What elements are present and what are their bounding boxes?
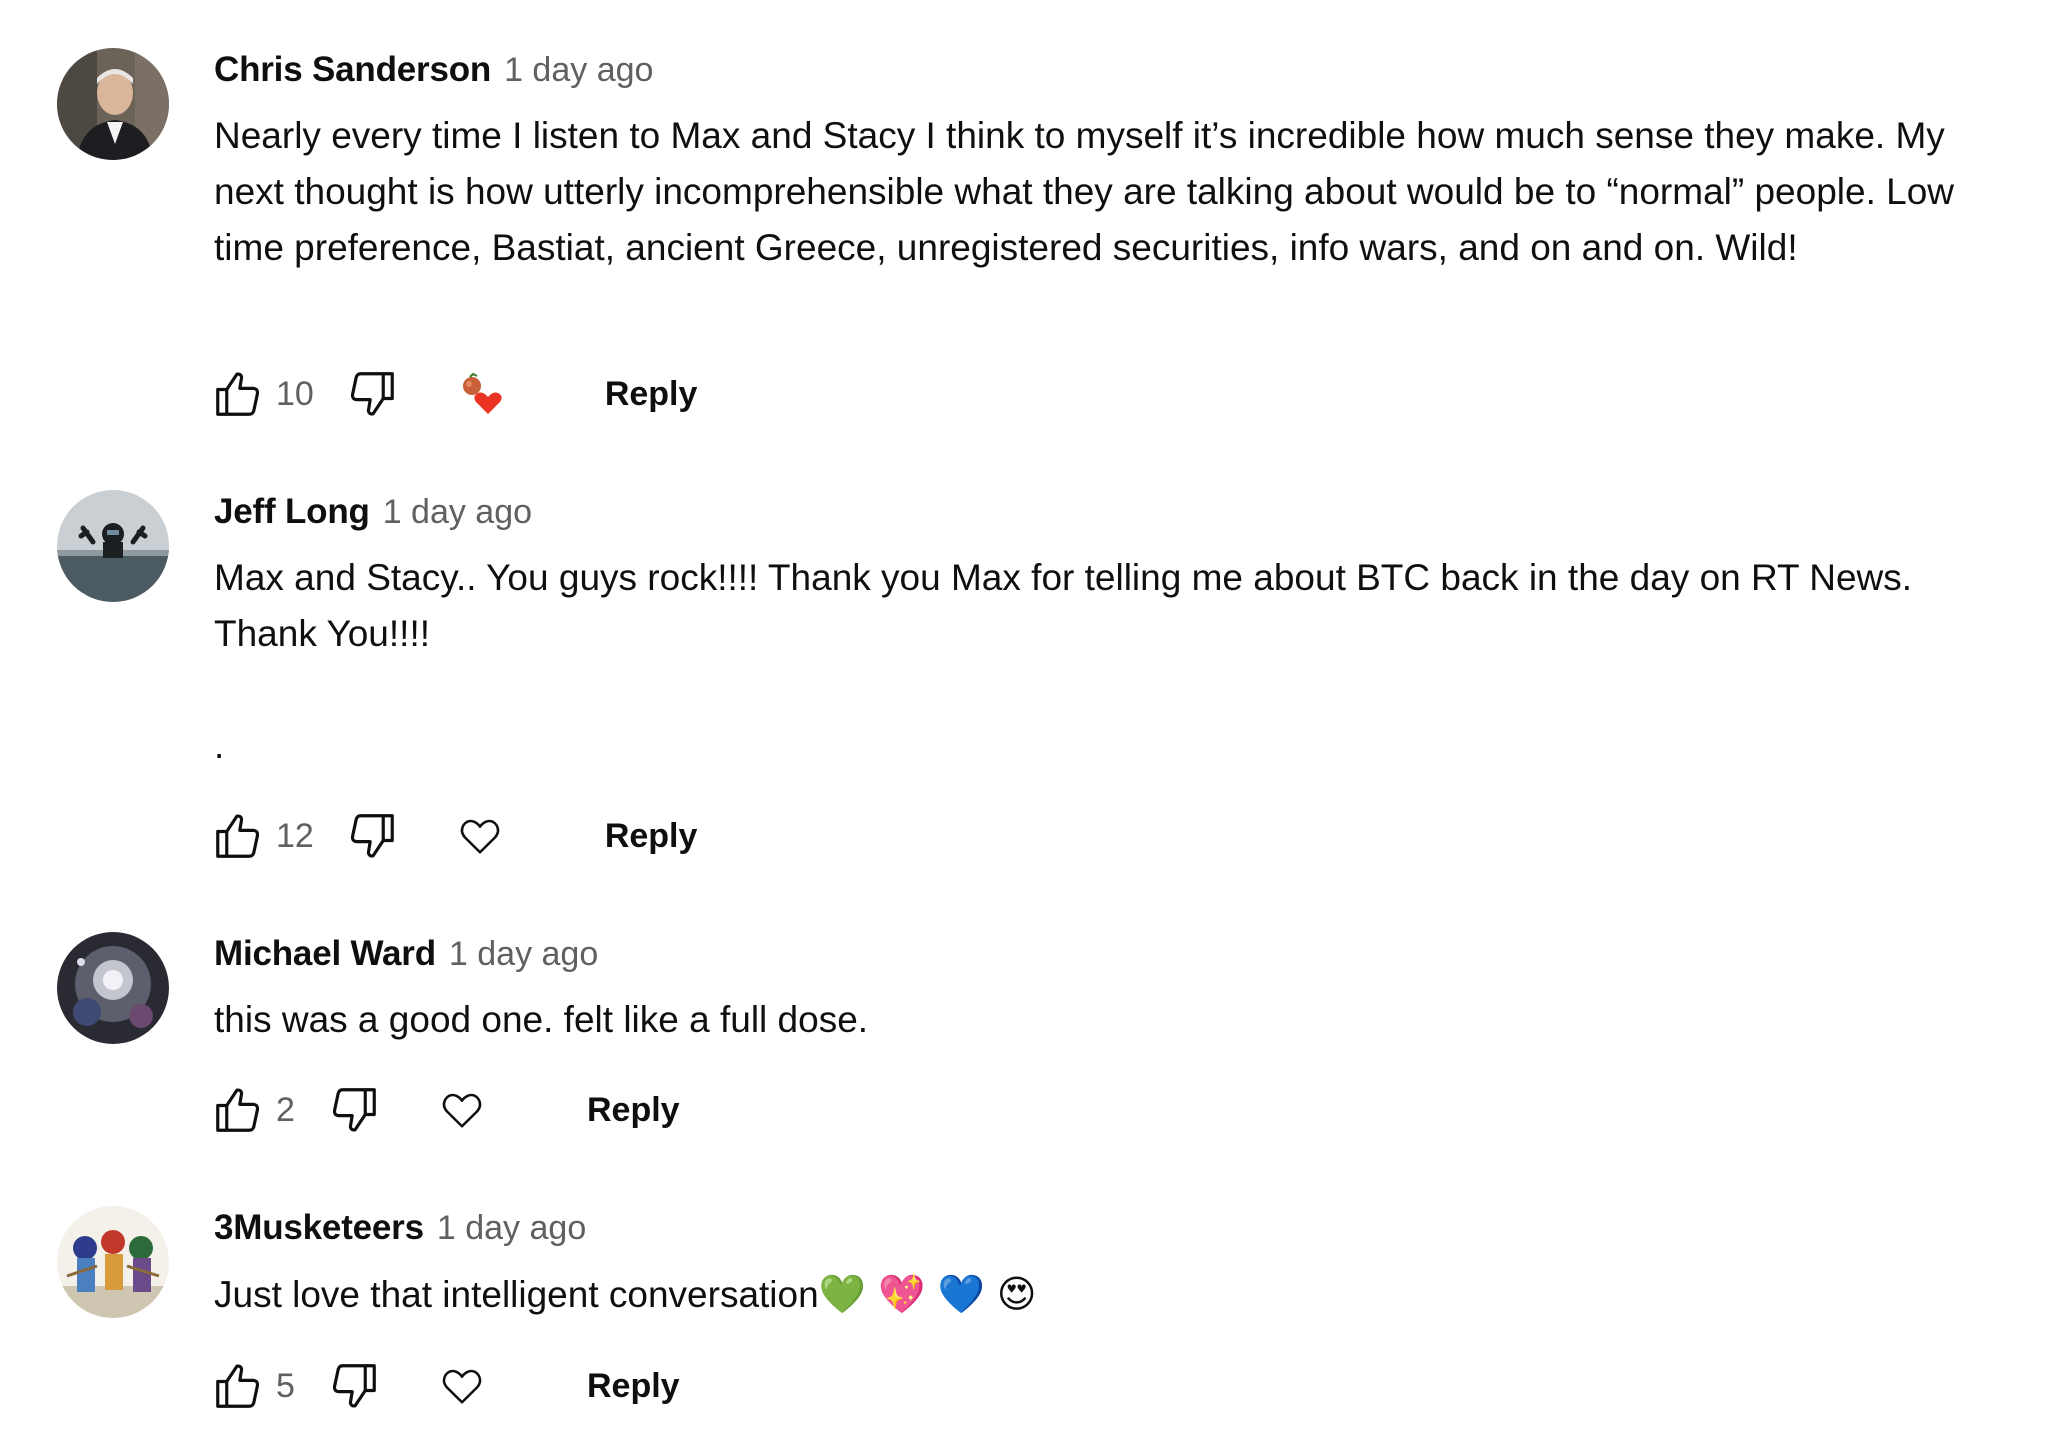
thumbs-down-icon — [332, 1364, 376, 1408]
like-count: 5 — [276, 1366, 295, 1405]
like-button[interactable] — [208, 1080, 268, 1140]
heart-outline-icon — [442, 1369, 482, 1404]
like-count: 12 — [276, 816, 314, 855]
like-count: 10 — [276, 374, 314, 413]
thumbs-up-icon — [216, 372, 260, 416]
comment-time[interactable]: 1 day ago — [449, 935, 598, 974]
like-count: 2 — [276, 1090, 295, 1129]
comment-author[interactable]: 3Musketeers — [214, 1208, 424, 1248]
avatar[interactable] — [57, 490, 169, 602]
comment-time[interactable]: 1 day ago — [437, 1209, 586, 1248]
like-button[interactable] — [208, 364, 268, 424]
thumbs-down-icon — [332, 1088, 376, 1132]
reply-button[interactable]: Reply — [587, 1091, 680, 1130]
thumbs-down-icon — [350, 372, 394, 416]
heart-outline-icon — [442, 1093, 482, 1128]
thumbs-up-icon — [216, 1364, 260, 1408]
heart-button[interactable] — [432, 1356, 492, 1416]
comment-author[interactable]: Michael Ward — [214, 934, 436, 974]
comment-text: Max and Stacy.. You guys rock!!!! Thank … — [214, 557, 1913, 766]
comment-text: this was a good one. felt like a full do… — [214, 999, 869, 1040]
creator-heart-badge[interactable] — [450, 364, 510, 424]
comment-text: Just love that intelligent conversation💚… — [214, 1266, 1994, 1323]
like-button[interactable] — [208, 806, 268, 866]
thumbs-down-icon — [350, 814, 394, 858]
dislike-button[interactable] — [324, 1080, 384, 1140]
heart-button[interactable] — [450, 806, 510, 866]
avatar[interactable] — [57, 48, 169, 160]
dislike-button[interactable] — [342, 806, 402, 866]
comment-time[interactable]: 1 day ago — [504, 51, 653, 90]
heart-outline-icon — [460, 819, 500, 854]
comment-author[interactable]: Chris Sanderson — [214, 50, 491, 90]
thumbs-up-icon — [216, 814, 260, 858]
reply-button[interactable]: Reply — [587, 1367, 680, 1406]
comment-author[interactable]: Jeff Long — [214, 492, 370, 532]
emoji-row: 💚 💖 💙 😍 — [818, 1272, 1037, 1316]
avatar[interactable] — [57, 932, 169, 1044]
reply-button[interactable]: Reply — [605, 375, 698, 414]
dislike-button[interactable] — [342, 364, 402, 424]
reply-button[interactable]: Reply — [605, 817, 698, 856]
thumbs-up-icon — [216, 1088, 260, 1132]
comment-text: Nearly every time I listen to Max and St… — [214, 115, 1965, 268]
avatar[interactable] — [57, 1206, 169, 1318]
comment-text-body: Just love that intelligent conversation — [214, 1274, 819, 1315]
comment-time[interactable]: 1 day ago — [383, 493, 532, 532]
heart-button[interactable] — [432, 1080, 492, 1140]
like-button[interactable] — [208, 1356, 268, 1416]
dislike-button[interactable] — [324, 1356, 384, 1416]
creator-heart-icon — [462, 372, 502, 414]
